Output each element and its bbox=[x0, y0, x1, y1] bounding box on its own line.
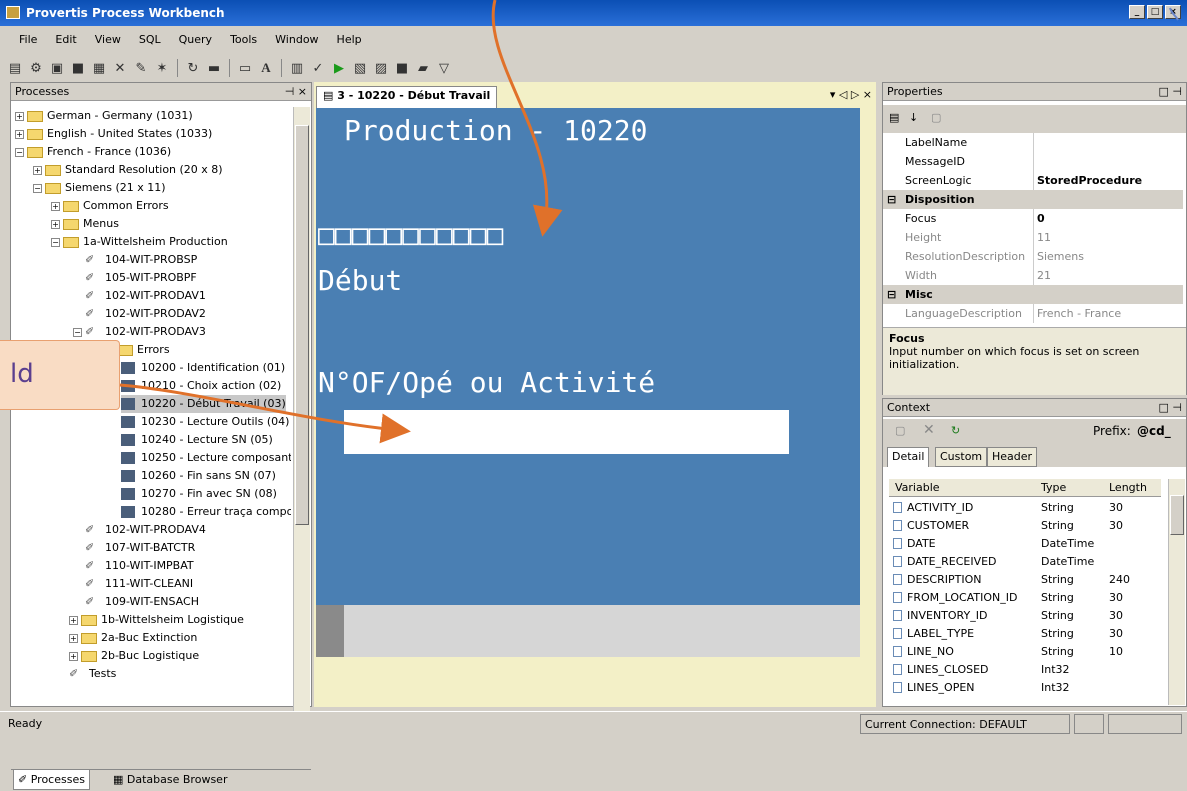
process-icon: ✐ bbox=[18, 773, 28, 786]
database-icon: ▦ bbox=[113, 773, 124, 786]
annotation-arrows bbox=[119, 0, 1179, 444]
arrow-to-boxes bbox=[491, 0, 563, 237]
processes-bottom-tabs: ✐ Processes ▦ Database Browser bbox=[11, 769, 311, 791]
tab-database-browser[interactable]: ▦ Database Browser bbox=[109, 770, 231, 790]
tab-processes[interactable]: ✐ Processes bbox=[13, 770, 90, 790]
arrow-to-input bbox=[119, 383, 411, 444]
cursor-mark bbox=[1169, 7, 1179, 21]
